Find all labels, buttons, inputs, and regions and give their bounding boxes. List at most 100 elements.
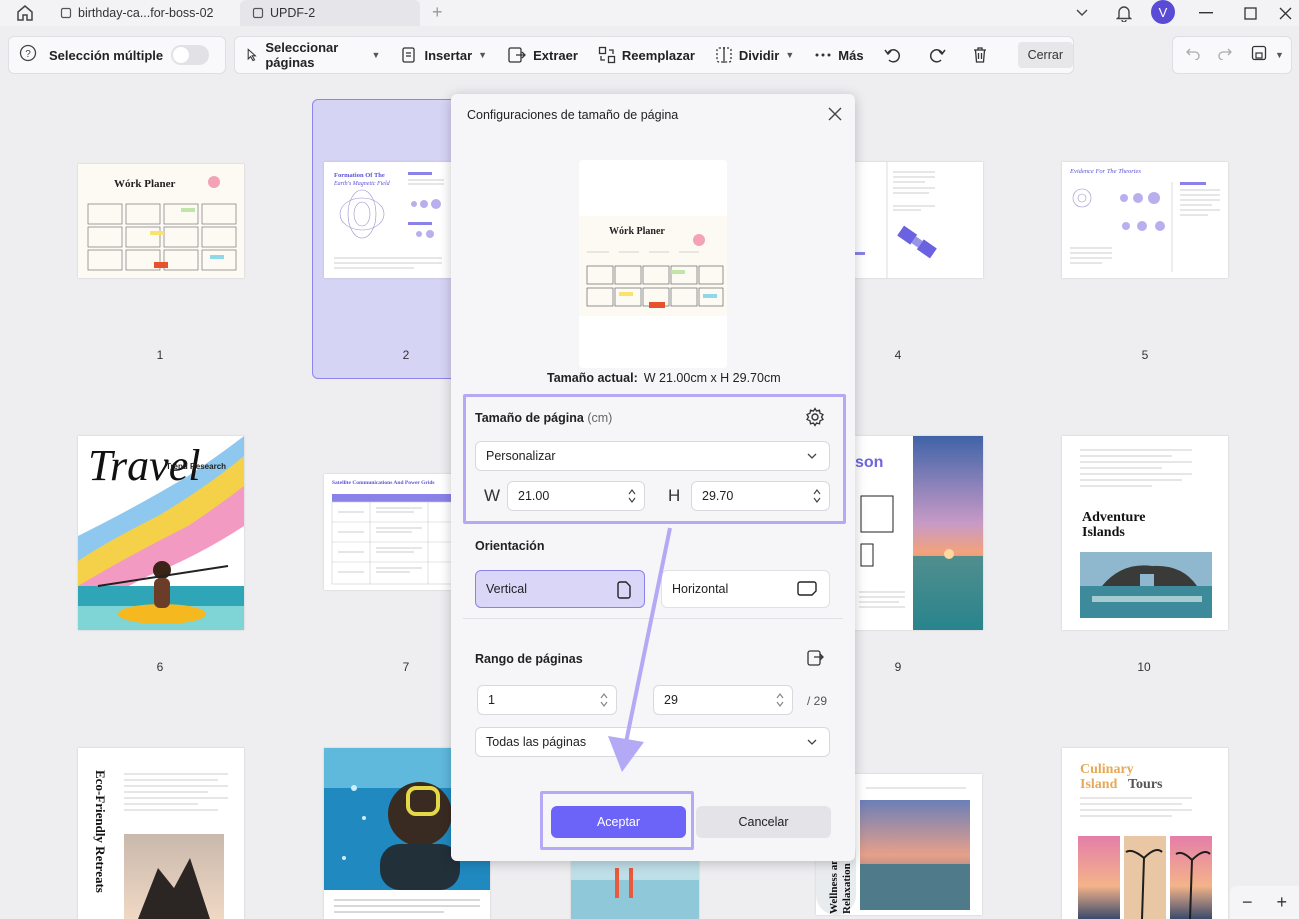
page-number-7: 7 bbox=[402, 660, 410, 674]
title-bar: birthday-ca...for-boss-02 UPDF-2 + V bbox=[0, 0, 1299, 26]
select-pages-button[interactable]: Seleccionar páginas ▼ bbox=[235, 37, 390, 73]
height-input[interactable]: 29.70 bbox=[691, 481, 830, 511]
page-number-10: 10 bbox=[1137, 660, 1151, 674]
page-thumbnail-11[interactable]: Eco-Friendly Retreats bbox=[78, 748, 244, 919]
preview-title: Wórk Planer bbox=[609, 226, 665, 237]
close-window-icon[interactable] bbox=[1270, 0, 1299, 26]
orientation-horizontal[interactable]: Horizontal bbox=[661, 570, 830, 608]
more-dots-icon bbox=[815, 53, 831, 57]
extract-icon bbox=[508, 47, 527, 63]
tab-label: UPDF-2 bbox=[270, 6, 316, 20]
page-number-1: 1 bbox=[156, 348, 164, 362]
range-option-value: Todas las páginas bbox=[486, 735, 587, 749]
delete-button[interactable] bbox=[962, 37, 1004, 73]
help-icon[interactable]: ? bbox=[19, 44, 37, 67]
evidence-thumbnail bbox=[1070, 182, 1220, 272]
close-button[interactable]: Cerrar bbox=[1017, 42, 1073, 68]
minimize-icon[interactable] bbox=[1191, 0, 1221, 26]
portrait-page-icon bbox=[617, 581, 631, 599]
stepper-icon[interactable] bbox=[813, 488, 821, 504]
range-from-value: 1 bbox=[488, 693, 495, 707]
page-size-dialog: Configuraciones de tamaño de página Wórk… bbox=[451, 94, 855, 861]
multi-select-toggle[interactable] bbox=[171, 45, 210, 65]
page-number-5: 5 bbox=[1141, 348, 1149, 362]
landscape-page-icon bbox=[797, 581, 817, 596]
height-value: 29.70 bbox=[702, 489, 734, 503]
zoom-out-icon[interactable]: − bbox=[1242, 892, 1253, 913]
redo-icon[interactable] bbox=[1217, 46, 1233, 65]
gear-icon[interactable] bbox=[805, 407, 825, 432]
range-total: / 29 bbox=[807, 694, 828, 708]
maximize-icon[interactable] bbox=[1235, 0, 1265, 26]
save-icon[interactable] bbox=[1251, 45, 1267, 66]
page-preview: Wórk Planer bbox=[579, 160, 727, 368]
bell-icon[interactable] bbox=[1109, 0, 1139, 26]
page-thumbnail-7[interactable]: Satellite Communications And Power Grids bbox=[324, 474, 452, 590]
thumbnail-title: Satellite Communications And Power Grids bbox=[332, 480, 435, 486]
page-thumbnail-15[interactable]: Culinary Island Tours bbox=[1062, 748, 1228, 919]
range-option-select[interactable]: Todas las páginas bbox=[475, 727, 830, 757]
multi-select-group: ? Selección múltiple bbox=[8, 36, 226, 74]
extract-button[interactable]: Extraer bbox=[497, 37, 588, 73]
more-button[interactable]: Más bbox=[804, 37, 873, 73]
page-thumbnail-9[interactable]: son bbox=[855, 436, 983, 630]
page-thumbnail-4[interactable] bbox=[855, 162, 983, 278]
page-number-6: 6 bbox=[156, 660, 164, 674]
range-to-input[interactable]: 29 bbox=[653, 685, 793, 715]
rotate-right-button[interactable] bbox=[918, 37, 962, 73]
range-from-input[interactable]: 1 bbox=[477, 685, 617, 715]
split-button[interactable]: Dividir ▼ bbox=[705, 37, 804, 73]
close-icon[interactable] bbox=[827, 106, 843, 122]
width-label: W bbox=[484, 486, 501, 505]
home-icon[interactable] bbox=[14, 3, 36, 23]
page-thumbnail-10[interactable]: Adventure Islands bbox=[1062, 436, 1228, 630]
replace-button[interactable]: Reemplazar bbox=[588, 37, 705, 73]
zoom-controls: − + bbox=[1230, 886, 1299, 919]
chevron-down-icon: ▼ bbox=[371, 50, 381, 60]
range-to-value: 29 bbox=[664, 693, 678, 707]
page-size-select[interactable]: Personalizar bbox=[475, 441, 830, 471]
new-tab-plus-icon[interactable]: + bbox=[432, 2, 443, 23]
insert-button[interactable]: Insertar ▼ bbox=[390, 37, 497, 73]
insert-icon bbox=[402, 47, 416, 63]
svg-text:?: ? bbox=[25, 49, 31, 60]
chevron-down-icon bbox=[807, 453, 817, 459]
current-size: Tamaño actual: W 21.00cm x H 29.70cm bbox=[547, 371, 781, 385]
zoom-in-icon[interactable]: + bbox=[1276, 892, 1287, 913]
chevron-down-icon bbox=[807, 739, 817, 745]
thumbnail-title: Evidence For The Theories bbox=[1070, 168, 1141, 175]
accept-button[interactable]: Aceptar bbox=[551, 806, 686, 838]
replace-label: Reemplazar bbox=[621, 47, 695, 63]
thumbnail-title: Eco-Friendly Retreats bbox=[93, 770, 108, 893]
stepper-icon[interactable] bbox=[776, 692, 784, 708]
page-number-9: 9 bbox=[894, 660, 902, 674]
rotate-left-icon bbox=[883, 49, 900, 63]
page-size-label-text: Tamaño de página bbox=[475, 411, 584, 425]
page-thumbnail-1[interactable]: Wórk Planer bbox=[78, 164, 244, 278]
page-thumbnail-13[interactable] bbox=[571, 860, 699, 919]
orientation-vertical[interactable]: Vertical bbox=[475, 570, 645, 608]
page-range-swap-icon[interactable] bbox=[806, 649, 824, 672]
thumbnail-title: Adventure Islands bbox=[1082, 510, 1146, 540]
thumbnail-subtitle: Earth's Magnetic Field bbox=[334, 181, 390, 187]
document-icon bbox=[252, 7, 264, 19]
chevron-down-icon[interactable] bbox=[1067, 0, 1097, 26]
chevron-down-icon[interactable]: ▼ bbox=[1275, 50, 1284, 60]
tab-birthday-card[interactable]: birthday-ca...for-boss-02 bbox=[48, 0, 230, 26]
avatar[interactable]: V bbox=[1151, 0, 1175, 24]
page-thumbnail-5[interactable]: Evidence For The Theories bbox=[1062, 162, 1228, 278]
thumbnail-title: Formation Of The bbox=[334, 172, 385, 179]
width-input[interactable]: 21.00 bbox=[507, 481, 645, 511]
page-number-4: 4 bbox=[894, 348, 902, 362]
cancel-button[interactable]: Cancelar bbox=[696, 806, 831, 838]
beach-thumbnail bbox=[571, 860, 699, 919]
tab-updf-2[interactable]: UPDF-2 bbox=[240, 0, 420, 26]
divider bbox=[463, 618, 843, 619]
stepper-icon[interactable] bbox=[600, 692, 608, 708]
undo-icon[interactable] bbox=[1185, 46, 1201, 65]
page-thumbnail-6[interactable]: Travel Trend Research bbox=[78, 436, 244, 630]
height-label: H bbox=[668, 486, 681, 505]
stepper-icon[interactable] bbox=[628, 488, 636, 504]
rotate-left-button[interactable] bbox=[874, 37, 918, 73]
page-thumbnail-2[interactable]: Formation Of The Earth's Magnetic Field bbox=[324, 162, 452, 278]
